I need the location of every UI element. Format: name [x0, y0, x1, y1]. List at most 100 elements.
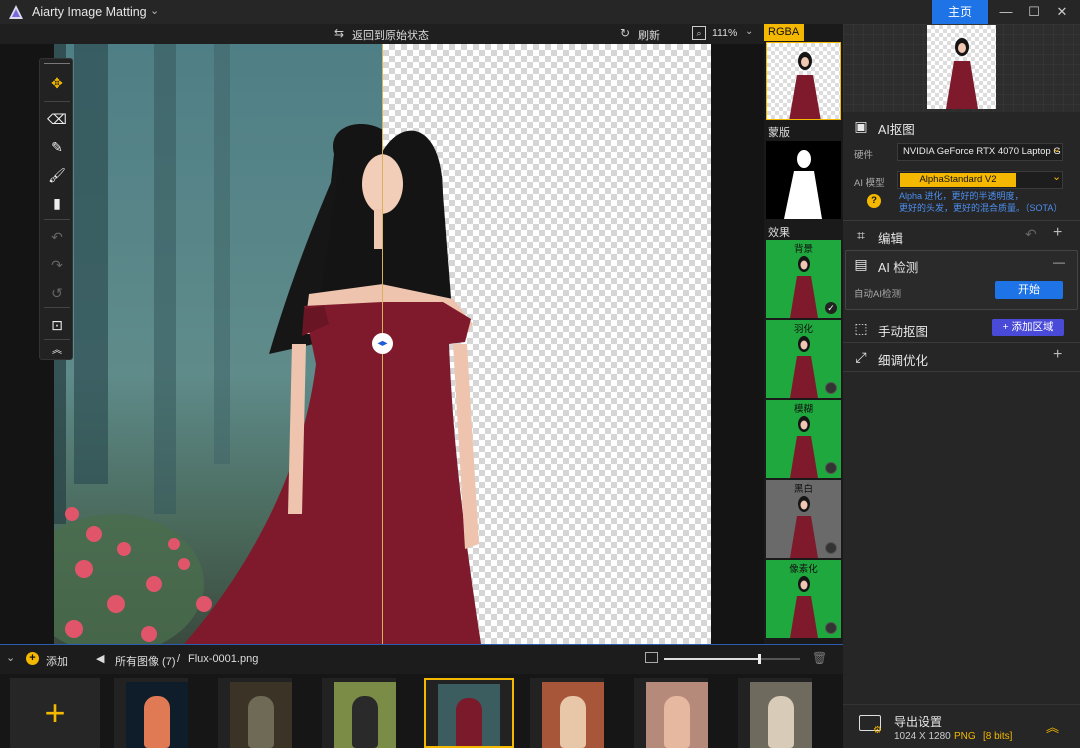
gallery-thumbnail-girl-roses[interactable]	[634, 678, 708, 748]
app-title: Aiarty Image Matting	[32, 5, 147, 19]
unselected-radio-icon[interactable]	[825, 462, 837, 474]
brush-icon[interactable]: 🖌	[45, 163, 69, 187]
thumbnail-image	[646, 682, 708, 748]
gallery-thumbnail-girl-with-flowers[interactable]	[530, 678, 604, 748]
add-circle-icon[interactable]: +	[26, 652, 39, 665]
home-button[interactable]: 主页	[932, 0, 988, 24]
start-detect-button[interactable]: 开始	[995, 281, 1063, 299]
refine-title[interactable]: 细调优化	[878, 350, 928, 369]
right-panel: ▣ AI抠图 硬件 NVIDIA GeForce RTX 4070 Laptop…	[843, 24, 1080, 748]
pen-icon[interactable]: ✎	[45, 135, 69, 159]
export-gear-icon: ⚙	[873, 725, 882, 736]
section-divider	[843, 220, 1080, 221]
rgba-tab[interactable]: RGBA	[764, 24, 804, 41]
unselected-radio-icon[interactable]	[825, 542, 837, 554]
compare-split-handle-icon[interactable]: ◂▸	[372, 333, 393, 354]
gallery-thumbnail-bicycle[interactable]	[322, 678, 396, 748]
edit-undo-icon[interactable]: ↶	[1025, 226, 1037, 243]
app-logo-icon	[9, 5, 23, 19]
refine-icon: ⤢	[855, 349, 867, 365]
effect-background-thumbnail[interactable]: 背景 ✓	[766, 240, 841, 318]
gallery-toolbar: ⌄ + 添加 ◀ 所有图像 (7) / Flux-0001.png 🗑	[0, 644, 843, 674]
image-size-icon	[645, 652, 658, 663]
edit-section-title[interactable]: 编辑	[878, 228, 903, 247]
back-arrow-icon[interactable]: ◀	[96, 652, 104, 665]
zoom-chevron-down-icon[interactable]: ⌄	[745, 26, 753, 37]
refresh-icon[interactable]: ↻	[620, 26, 630, 40]
effect-label: 背景	[793, 244, 813, 255]
gallery-thumbnail-red-dress-girl[interactable]	[424, 678, 514, 748]
gallery-thumbnail-jellyfish[interactable]	[114, 678, 188, 748]
eraser-icon[interactable]: ⌫	[45, 107, 69, 131]
slider-knob[interactable]	[758, 654, 762, 664]
effect-blur-thumbnail[interactable]: 模糊	[766, 400, 841, 478]
thumbnail-image	[230, 682, 292, 748]
reset-icon[interactable]: ↺	[45, 281, 69, 305]
add-image-tile[interactable]: +	[10, 678, 100, 748]
effect-feather-thumbnail[interactable]: 羽化	[766, 320, 841, 398]
image-canvas[interactable]: ◂▸ ✥ ⌫ ✎ 🖌 ▮ ↶ ↷ ↺ ⊡ ︽	[0, 44, 764, 644]
trash-icon[interactable]: 🗑	[812, 651, 827, 665]
slider-fill	[664, 658, 760, 660]
collapse-palette-icon[interactable]: ︽	[45, 339, 69, 363]
thumbnail-subject	[456, 698, 482, 746]
reset-arrows-icon[interactable]: ⇆	[334, 26, 344, 40]
unselected-radio-icon[interactable]	[825, 622, 837, 634]
refine-expand-icon[interactable]: +	[1053, 346, 1062, 364]
move-tool-icon[interactable]: ✥	[45, 71, 69, 95]
effect-label: 羽化	[793, 324, 813, 335]
rgba-thumbnail[interactable]	[766, 42, 841, 120]
gallery-thumbnail-forest-rocks[interactable]	[218, 678, 292, 748]
add-images-button[interactable]: 添加	[46, 653, 68, 669]
zoom-level[interactable]: 111%	[712, 27, 737, 39]
hardware-select[interactable]: NVIDIA GeForce RTX 4070 Laptop G	[897, 143, 1063, 161]
crop-icon: ⌗	[857, 227, 865, 243]
hardware-chevron-down-icon[interactable]: ⌄	[1052, 142, 1061, 155]
roller-icon[interactable]: ▮	[45, 191, 69, 215]
collapse-gallery-icon[interactable]: ⌄	[6, 651, 15, 664]
effect-label: 黑白	[793, 484, 813, 495]
thumbnail-image	[542, 682, 604, 748]
refresh-button[interactable]: 刷新	[638, 27, 660, 43]
thumbnail-subject	[352, 696, 378, 748]
app-menu-chevron-icon[interactable]: ⌄	[150, 4, 159, 17]
reset-to-original-button[interactable]: 返回到原始状态	[352, 27, 429, 43]
add-region-button[interactable]: + 添加区域	[992, 319, 1064, 336]
model-select[interactable]: AlphaStandard V2	[897, 171, 1063, 189]
model-value: AlphaStandard V2	[900, 173, 1016, 187]
gallery-thumbnail-girl-white-dress[interactable]	[738, 678, 812, 748]
breadcrumb-all-images[interactable]: 所有图像 (7)	[115, 653, 176, 669]
unselected-radio-icon[interactable]	[825, 382, 837, 394]
effect-pixelate-thumbnail[interactable]: 像素化	[766, 560, 841, 638]
manual-matting-title[interactable]: 手动抠图	[878, 321, 928, 340]
ai-detect-collapse-icon[interactable]: —	[1053, 255, 1065, 269]
thumbnail-subject	[768, 696, 794, 748]
export-expand-icon[interactable]: ︽	[1046, 717, 1059, 736]
thumbnail-size-slider[interactable]	[664, 654, 800, 664]
tool-divider	[44, 101, 70, 102]
mask-thumbnail[interactable]	[766, 141, 841, 219]
minimize-icon[interactable]: —	[994, 2, 1018, 22]
effect-blackwhite-thumbnail[interactable]: 黑白	[766, 480, 841, 558]
ai-matting-title: AI抠图	[878, 123, 915, 137]
export-bits: [8 bits]	[983, 731, 1013, 742]
redo-icon[interactable]: ↷	[45, 253, 69, 277]
thumbnail-subject	[144, 696, 170, 748]
model-hint-line1: Alpha 进化，更好的半透明度，	[899, 191, 1024, 201]
fit-screen-icon[interactable]: ⊡	[45, 313, 69, 337]
close-icon[interactable]: ✕	[1050, 2, 1074, 22]
breadcrumb-separator: /	[177, 653, 181, 665]
export-settings[interactable]: ⚙ 导出设置 1024 X 1280 PNG [8 bits] ︽	[843, 704, 1080, 748]
model-hint-line2: 更好的头发，更好的混合质量。（SOTA）	[899, 203, 1063, 213]
thumbnail-image	[750, 682, 812, 748]
ai-detect-title[interactable]: AI 检测	[878, 257, 918, 276]
model-chevron-down-icon[interactable]: ⌄	[1052, 170, 1061, 183]
maximize-icon[interactable]: ☐	[1022, 2, 1046, 22]
zoom-icon[interactable]: ⌕	[692, 26, 706, 40]
tool-divider	[44, 219, 70, 220]
undo-icon[interactable]: ↶	[45, 225, 69, 249]
help-icon[interactable]: ?	[867, 194, 881, 208]
edit-expand-icon[interactable]: +	[1053, 224, 1062, 242]
title-bar: Aiarty Image Matting ⌄ 主页 — ☐ ✕	[0, 0, 1080, 24]
thumbnail-image	[334, 682, 396, 748]
